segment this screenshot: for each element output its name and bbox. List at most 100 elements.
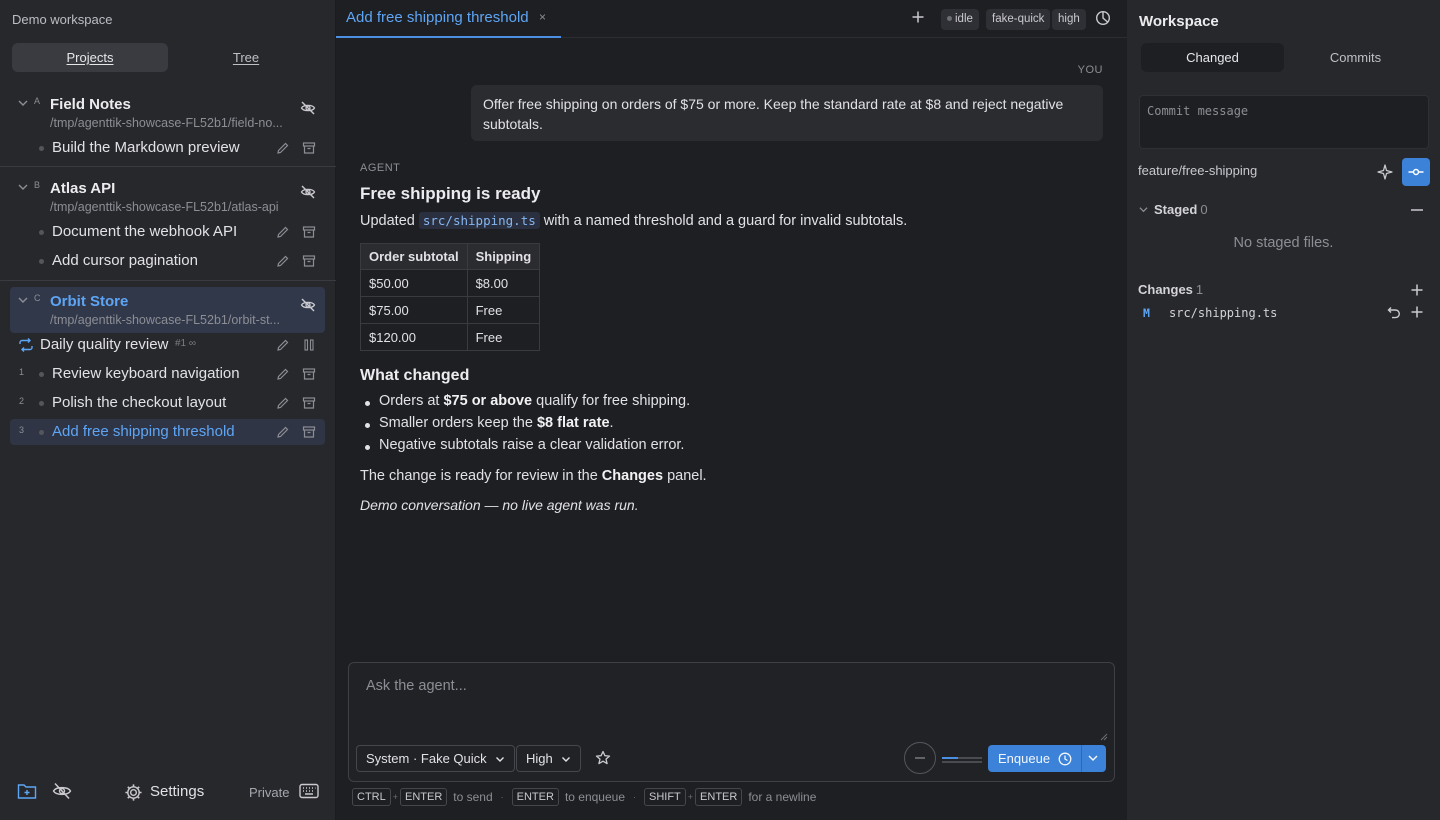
task-item[interactable]: Build the Markdown preview — [10, 135, 325, 161]
task-status-dot — [39, 372, 44, 377]
enqueue-button[interactable]: Enqueue — [988, 745, 1106, 772]
pencil-icon[interactable] — [276, 225, 290, 239]
table-cell: $50.00 — [360, 269, 468, 297]
pencil-icon[interactable] — [276, 367, 290, 381]
commit-message-input[interactable]: Commit message — [1139, 95, 1429, 149]
project-header-field-notes[interactable]: A Field Notes /tmp/agenttik-showcase-FL5… — [10, 90, 325, 136]
chevron-down-icon[interactable] — [1087, 752, 1099, 764]
minus-icon[interactable] — [1411, 209, 1423, 211]
model-select-label: System · Fake Quick — [366, 751, 487, 766]
user-role-label: YOU — [1077, 64, 1103, 76]
changes-label: Changes — [1138, 282, 1193, 297]
archive-icon[interactable] — [302, 367, 316, 381]
kbd-plus: + — [392, 792, 398, 802]
pause-icon[interactable] — [302, 338, 316, 352]
archive-icon[interactable] — [302, 396, 316, 410]
effort-select[interactable]: High — [516, 745, 581, 772]
tab-bar: Add free shipping threshold × idle fake-… — [336, 0, 1127, 38]
project-path: /tmp/agenttik-showcase-FL52b1/field-no..… — [50, 116, 283, 130]
user-message: Offer free shipping on orders of $75 or … — [471, 85, 1103, 141]
add-folder-icon[interactable] — [17, 782, 37, 800]
task-item[interactable]: 2 Polish the checkout layout — [10, 390, 325, 416]
changes-header[interactable]: Changes 1 — [1138, 282, 1203, 297]
eye-off-icon[interactable] — [52, 782, 72, 800]
hint-text: to send — [453, 790, 493, 804]
task-item-selected[interactable]: 3 Add free shipping threshold — [10, 419, 325, 445]
pencil-icon[interactable] — [276, 425, 290, 439]
task-item[interactable]: 1 Review keyboard navigation — [10, 361, 325, 387]
chevron-down-icon — [495, 756, 504, 762]
resize-handle-icon[interactable] — [1100, 733, 1108, 741]
plus-icon[interactable] — [911, 10, 925, 24]
task-name: Document the webhook API — [52, 223, 238, 240]
stop-button[interactable] — [904, 742, 936, 774]
project-header-atlas-api[interactable]: B Atlas API /tmp/agenttik-showcase-FL52b… — [10, 174, 325, 220]
task-number: 3 — [19, 425, 25, 435]
intro-text: Updated — [360, 213, 419, 229]
task-name: Review keyboard navigation — [52, 365, 240, 382]
changed-file-row[interactable]: M src/shipping.ts — [1138, 304, 1433, 324]
workspace-title: Demo workspace — [12, 12, 113, 27]
task-item[interactable]: Add cursor pagination — [10, 248, 325, 274]
tab-tree-label: Tree — [232, 50, 260, 65]
pencil-icon[interactable] — [276, 338, 290, 352]
staged-label: Staged — [1154, 202, 1198, 217]
model-select[interactable]: System · Fake Quick — [356, 745, 515, 772]
staged-header[interactable]: Staged 0 — [1154, 202, 1208, 217]
workspace-panel-title: Workspace — [1139, 13, 1219, 30]
chevron-down-icon[interactable] — [18, 182, 28, 192]
review-note: The change is ready for review in the Ch… — [360, 468, 707, 484]
project-header-orbit-store[interactable]: C Orbit Store /tmp/agenttik-showcase-FL5… — [10, 287, 325, 333]
gear-icon[interactable] — [124, 783, 143, 802]
sparkle-icon[interactable] — [1377, 164, 1393, 180]
minus-icon — [915, 757, 925, 759]
pencil-icon[interactable] — [276, 141, 290, 155]
settings-button[interactable]: Settings — [150, 783, 204, 800]
chevron-down-icon[interactable] — [1139, 205, 1148, 214]
eye-off-icon[interactable] — [300, 297, 316, 313]
task-name: Build the Markdown preview — [52, 139, 240, 156]
archive-icon[interactable] — [302, 254, 316, 268]
tab-changed[interactable]: Changed — [1141, 43, 1284, 72]
task-name: Add free shipping threshold — [52, 423, 235, 440]
star-icon[interactable] — [595, 750, 611, 766]
task-status-dot — [39, 401, 44, 406]
keyboard-hints: CTRL + ENTER to send · ENTER to enqueue … — [352, 788, 822, 806]
chevron-down-icon[interactable] — [18, 295, 28, 305]
chevron-down-icon[interactable] — [18, 98, 28, 108]
review-text: The change is ready for review in the — [360, 468, 602, 484]
message-input[interactable]: Ask the agent... — [366, 678, 467, 694]
eye-off-icon[interactable] — [300, 100, 316, 116]
undo-icon[interactable] — [1387, 306, 1401, 320]
commit-button[interactable] — [1402, 158, 1430, 186]
task-status-dot — [39, 259, 44, 264]
task-name: Polish the checkout layout — [52, 394, 227, 411]
tab-projects[interactable]: Projects — [12, 43, 168, 72]
plus-icon[interactable] — [1411, 284, 1423, 296]
tab-tree[interactable]: Tree — [168, 43, 324, 72]
task-item[interactable]: Document the webhook API — [10, 219, 325, 245]
changes-count: 1 — [1195, 282, 1204, 297]
kbd-plus: + — [687, 792, 694, 802]
history-icon[interactable] — [1095, 10, 1111, 26]
pencil-icon[interactable] — [276, 254, 290, 268]
archive-icon[interactable] — [302, 141, 316, 155]
task-number: 2 — [19, 396, 25, 406]
table-header: Order subtotal — [360, 243, 468, 270]
recurring-task-name: Daily quality review — [40, 336, 169, 353]
plus-icon[interactable] — [1411, 306, 1423, 318]
archive-icon[interactable] — [302, 425, 316, 439]
tab-active-task[interactable]: Add free shipping threshold × — [336, 0, 561, 38]
tab-commits[interactable]: Commits — [1284, 43, 1427, 72]
keyboard-icon[interactable] — [299, 783, 319, 799]
kbd-enter: ENTER — [695, 788, 743, 806]
eye-off-icon[interactable] — [300, 184, 316, 200]
hint-text: for a newline — [748, 790, 817, 804]
recurring-task-item[interactable]: Daily quality review #1 ∞ — [10, 332, 325, 358]
pencil-icon[interactable] — [276, 396, 290, 410]
archive-icon[interactable] — [302, 225, 316, 239]
kbd-enter: ENTER — [511, 788, 559, 806]
list-text: Smaller orders keep the — [379, 415, 537, 431]
project-name: Atlas API — [50, 180, 116, 197]
close-icon[interactable]: × — [539, 10, 546, 24]
